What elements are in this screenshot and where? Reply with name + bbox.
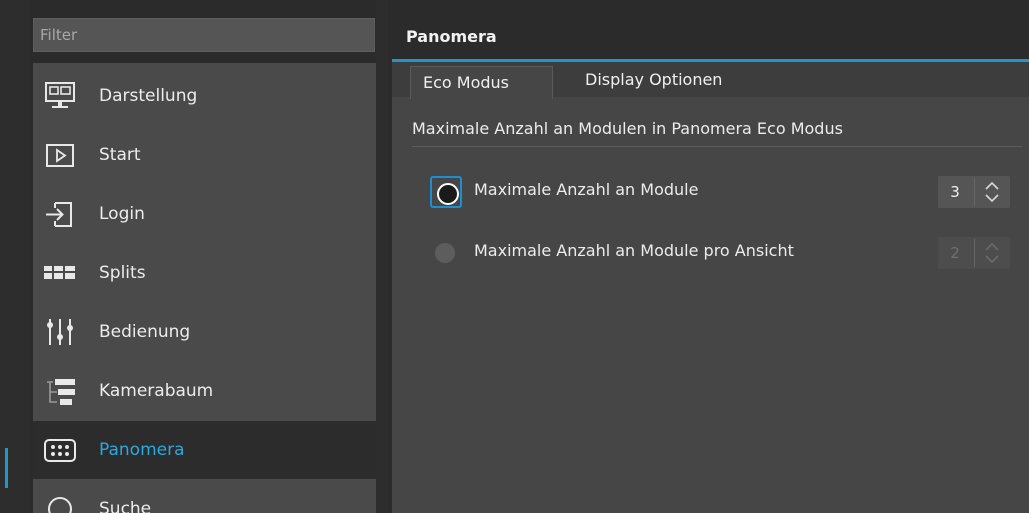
radio-max-modules[interactable] — [430, 176, 462, 208]
radio-label[interactable]: Maximale Anzahl an Module pro Ansicht — [474, 241, 794, 260]
sidebar-item-label: Darstellung — [99, 86, 198, 106]
left-edge-strip — [0, 0, 30, 513]
tab-eco-modus[interactable]: Eco Modus — [410, 66, 553, 99]
sidebar-item-label: Kamerabaum — [99, 381, 214, 401]
sidebar-item-start[interactable]: Start — [33, 126, 376, 184]
max-modules-spinbox[interactable]: 3 — [938, 176, 1010, 208]
play-icon — [43, 138, 77, 172]
section-divider — [412, 146, 1022, 147]
option-max-modules-per-view: Maximale Anzahl an Module pro Ansicht 2 — [430, 237, 1020, 269]
sidebar-item-label: Login — [99, 204, 145, 224]
sidebar-item-splits[interactable]: Splits — [33, 244, 376, 302]
camera-tree-icon — [43, 374, 77, 408]
sidebar-item-bedienung[interactable]: Bedienung — [33, 303, 376, 361]
spinbox-value: 2 — [950, 244, 960, 262]
spinbox-value[interactable]: 3 — [938, 176, 972, 208]
panomera-icon — [43, 433, 77, 467]
radio-label[interactable]: Maximale Anzahl an Module — [474, 180, 698, 199]
tab-strip: Eco Modus Display Optionen — [392, 62, 1029, 99]
sidebar-item-label: Bedienung — [99, 322, 191, 342]
spinbox-arrows — [974, 239, 1008, 267]
tab-display-optionen[interactable]: Display Optionen — [585, 66, 722, 93]
sidebar-item-login[interactable]: Login — [33, 185, 376, 243]
sliders-icon — [43, 315, 77, 349]
sidebar-item-darstellung[interactable]: Darstellung — [33, 67, 376, 125]
radio-selected-dot — [437, 183, 459, 205]
section-title: Maximale Anzahl an Modulen in Panomera E… — [412, 119, 843, 138]
left-edge-marker — [5, 448, 8, 488]
spinbox-arrows[interactable] — [974, 178, 1008, 206]
panel-divider — [376, 0, 388, 513]
sidebar-item-label: Panomera — [99, 440, 185, 460]
page-title: Panomera — [406, 27, 497, 46]
option-max-modules: Maximale Anzahl an Module 3 — [430, 176, 1020, 208]
search-icon — [43, 492, 77, 513]
sidebar-item-suche[interactable]: Suche — [33, 480, 376, 513]
settings-content: Eco Modus Display Optionen Maximale Anza… — [392, 62, 1029, 513]
max-modules-per-view-spinbox: 2 — [938, 237, 1010, 269]
sidebar-item-panomera[interactable]: Panomera — [33, 421, 376, 479]
monitor-icon — [43, 79, 77, 113]
login-icon — [43, 197, 77, 231]
sidebar-item-kamerabaum[interactable]: Kamerabaum — [33, 362, 376, 420]
sidebar-item-label: Splits — [99, 263, 146, 283]
filter-input[interactable]: Filter — [33, 18, 375, 52]
sidebar-item-label: Suche — [99, 499, 152, 513]
sidebar-item-label: Start — [99, 145, 141, 165]
settings-sidebar: Darstellung Start Login Splits Bedienung… — [33, 63, 376, 513]
panel-header: Panomera — [392, 18, 1029, 62]
radio-max-modules-per-view[interactable] — [435, 243, 455, 263]
splits-icon — [43, 256, 77, 290]
